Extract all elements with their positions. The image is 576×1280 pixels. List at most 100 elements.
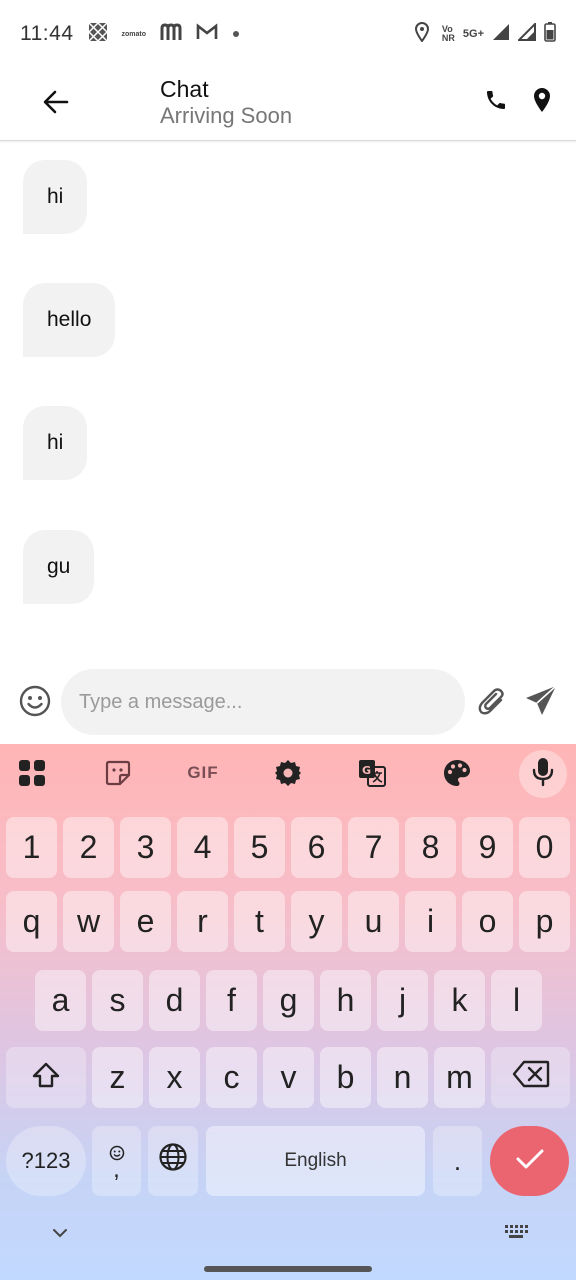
signal-icon bbox=[516, 21, 536, 46]
key-i[interactable]: i bbox=[405, 891, 456, 952]
key-k[interactable]: k bbox=[434, 970, 485, 1031]
translate-icon[interactable]: G bbox=[357, 757, 387, 789]
attach-button[interactable] bbox=[477, 686, 507, 718]
location-pin-icon bbox=[532, 87, 552, 118]
key-v[interactable]: v bbox=[263, 1047, 314, 1108]
key-g[interactable]: g bbox=[263, 970, 314, 1031]
emoji-comma-key[interactable]: , bbox=[92, 1126, 141, 1196]
message-text: hello bbox=[47, 308, 92, 331]
keyboard-toolbar: GIF G bbox=[0, 744, 576, 806]
message-text: gu bbox=[47, 555, 71, 578]
key-a[interactable]: a bbox=[35, 970, 86, 1031]
key-e[interactable]: e bbox=[120, 891, 171, 952]
key-5[interactable]: 5 bbox=[234, 817, 285, 878]
key-q[interactable]: q bbox=[6, 891, 57, 952]
home-indicator[interactable] bbox=[204, 1266, 372, 1272]
key-1[interactable]: 1 bbox=[6, 817, 57, 878]
microphone-button[interactable] bbox=[519, 750, 567, 798]
key-h[interactable]: h bbox=[320, 970, 371, 1031]
key-r[interactable]: r bbox=[177, 891, 228, 952]
palette-icon[interactable] bbox=[442, 757, 472, 789]
message-bubble[interactable]: hi bbox=[23, 160, 88, 234]
location-button[interactable] bbox=[527, 86, 557, 118]
globe-icon bbox=[158, 1142, 188, 1180]
apps-grid-icon[interactable] bbox=[17, 757, 47, 789]
page-subtitle: Arriving Soon bbox=[160, 103, 293, 128]
key-b[interactable]: b bbox=[320, 1047, 371, 1108]
key-3[interactable]: 3 bbox=[120, 817, 171, 878]
paperclip-icon bbox=[477, 688, 507, 722]
shift-icon bbox=[32, 1059, 60, 1096]
location-icon bbox=[414, 21, 430, 47]
comma-label: , bbox=[113, 1156, 120, 1183]
grid-pattern-icon bbox=[87, 21, 108, 47]
send-icon bbox=[524, 685, 558, 722]
space-key[interactable]: English bbox=[206, 1126, 425, 1196]
gif-icon[interactable]: GIF bbox=[183, 757, 223, 789]
key-0[interactable]: 0 bbox=[519, 817, 570, 878]
key-7[interactable]: 7 bbox=[348, 817, 399, 878]
enter-key[interactable] bbox=[490, 1126, 569, 1196]
network-5g-icon: 5G+ bbox=[462, 28, 484, 40]
volte-icon: Vo NR bbox=[442, 25, 455, 43]
volte-bottom-text: NR bbox=[441, 33, 455, 43]
key-p[interactable]: p bbox=[519, 891, 570, 952]
phone-icon bbox=[484, 88, 508, 117]
shift-key[interactable] bbox=[6, 1047, 86, 1108]
key-x[interactable]: x bbox=[149, 1047, 200, 1108]
battery-icon bbox=[544, 21, 556, 47]
svg-text:G: G bbox=[362, 764, 371, 777]
key-y[interactable]: y bbox=[291, 891, 342, 952]
period-key[interactable]: . bbox=[433, 1126, 482, 1196]
key-6[interactable]: 6 bbox=[291, 817, 342, 878]
key-u[interactable]: u bbox=[348, 891, 399, 952]
title-block: Chat Arriving Soon bbox=[160, 76, 292, 130]
message-input[interactable]: Type a message... bbox=[61, 669, 465, 735]
back-button[interactable] bbox=[38, 86, 74, 122]
key-f[interactable]: f bbox=[206, 970, 257, 1031]
page-title: Chat bbox=[160, 76, 209, 102]
message-text: hi bbox=[47, 431, 64, 454]
back-arrow-icon bbox=[43, 90, 69, 119]
key-2[interactable]: 2 bbox=[63, 817, 114, 878]
app-bar: Chat Arriving Soon bbox=[0, 68, 576, 141]
call-button[interactable] bbox=[480, 86, 512, 118]
message-bubble[interactable]: gu bbox=[23, 530, 95, 604]
symbols-key[interactable]: ?123 bbox=[6, 1126, 86, 1196]
backspace-key[interactable] bbox=[491, 1047, 570, 1108]
message-bubble[interactable]: hi bbox=[23, 406, 88, 480]
signal-icon bbox=[492, 23, 510, 46]
key-z[interactable]: z bbox=[92, 1047, 143, 1108]
key-8[interactable]: 8 bbox=[405, 817, 456, 878]
key-9[interactable]: 9 bbox=[462, 817, 513, 878]
send-button[interactable] bbox=[524, 684, 558, 718]
keyboard-nav-row bbox=[0, 1202, 576, 1280]
keyboard: GIF G 1 2 3 4 5 6 7 8 9 0 q w e r t y u … bbox=[0, 744, 576, 1280]
key-n[interactable]: n bbox=[377, 1047, 428, 1108]
key-l[interactable]: l bbox=[491, 970, 542, 1031]
key-m[interactable]: m bbox=[434, 1047, 485, 1108]
backspace-icon bbox=[512, 1059, 550, 1096]
key-j[interactable]: j bbox=[377, 970, 428, 1031]
chevron-down-icon[interactable] bbox=[49, 1222, 71, 1244]
language-key[interactable] bbox=[148, 1126, 198, 1196]
message-input-placeholder: Type a message... bbox=[79, 690, 243, 713]
dot-icon bbox=[232, 25, 240, 43]
emoji-icon bbox=[18, 685, 52, 722]
key-4[interactable]: 4 bbox=[177, 817, 228, 878]
sticker-icon[interactable] bbox=[103, 757, 133, 789]
status-time: 11:44 bbox=[20, 22, 74, 45]
key-t[interactable]: t bbox=[234, 891, 285, 952]
key-d[interactable]: d bbox=[149, 970, 200, 1031]
settings-gear-icon[interactable] bbox=[273, 757, 303, 789]
key-s[interactable]: s bbox=[92, 970, 143, 1031]
keyboard-icon[interactable] bbox=[503, 1222, 529, 1244]
message-bubble[interactable]: hello bbox=[23, 283, 116, 357]
message-text: hi bbox=[47, 185, 64, 208]
gmail-icon bbox=[196, 22, 218, 46]
key-c[interactable]: c bbox=[206, 1047, 257, 1108]
checkmark-icon bbox=[515, 1147, 545, 1176]
key-w[interactable]: w bbox=[63, 891, 114, 952]
emoji-button[interactable] bbox=[18, 684, 52, 718]
key-o[interactable]: o bbox=[462, 891, 513, 952]
